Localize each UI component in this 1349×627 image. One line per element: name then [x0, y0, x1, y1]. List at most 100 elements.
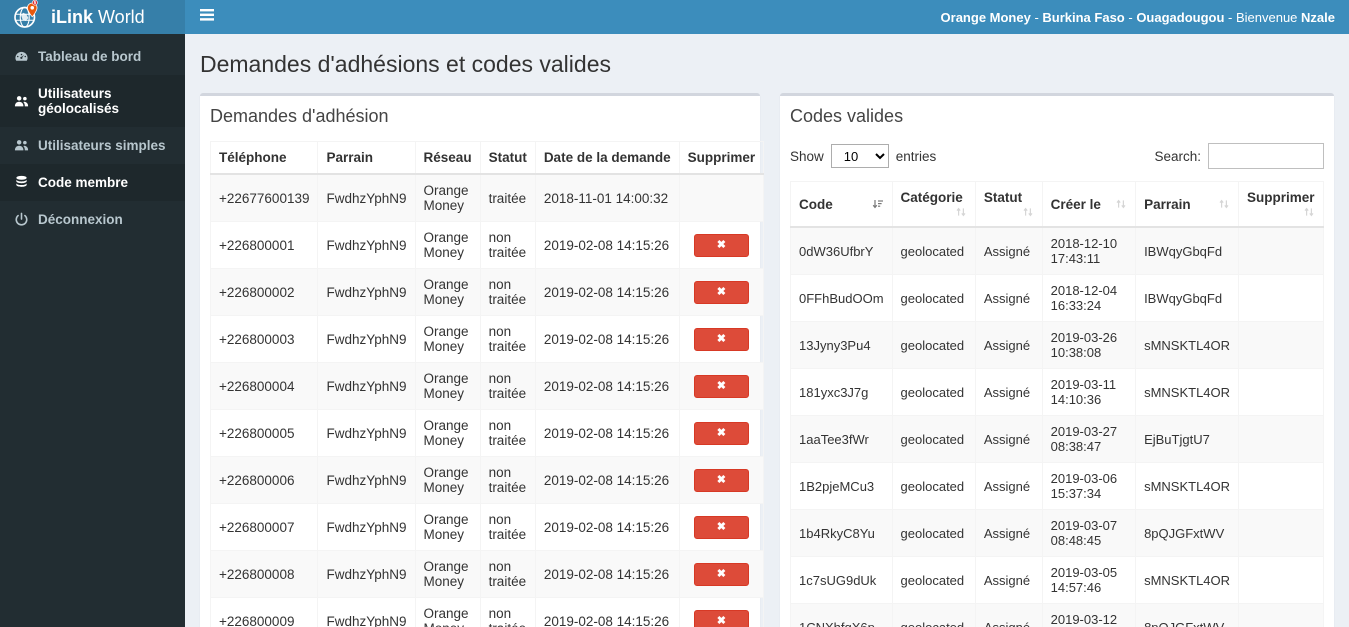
- codes-row: 0FFhBudOOm geolocated Assigné 2018-12-04 16…: [790, 274, 1324, 322]
- codes-cell-statut: Assigné: [974, 368, 1043, 416]
- demandes-cell-supprimer: ✖: [678, 550, 765, 598]
- demandes-cell-telephone: +226800005: [209, 409, 319, 457]
- codes-col-header-code[interactable]: Code: [790, 181, 893, 228]
- hamburger-icon: [200, 8, 214, 26]
- codes-cell-supprimer: [1238, 509, 1324, 557]
- entries-select[interactable]: 10: [830, 144, 889, 168]
- x-icon: ✖: [716, 238, 726, 251]
- users-geolocated-icon: [14, 94, 29, 109]
- codes-row: 1aaTee3fWr geolocated Assigné 2019-03-27 08…: [790, 415, 1324, 463]
- codes-row: 1CNXhfqX6pgeolocatedAssigné2019-03-12 10…: [790, 603, 1324, 627]
- demandes-cell-telephone: +22677600139: [209, 173, 319, 222]
- demandes-col-header: Téléphone: [209, 141, 319, 175]
- sort-both-icon: [955, 206, 967, 218]
- codes-cell-categorie: geolocated: [891, 415, 976, 463]
- demandes-row: +226800006 FwdhzYphN9 Orange Money non trai…: [209, 456, 765, 504]
- codes-col-header-cat-gorie[interactable]: Catégorie: [891, 181, 976, 228]
- top-navbar: Orange Money - Burkina Faso - Ouagadougo…: [185, 0, 1349, 34]
- sidebar-item-utilisateurs-g-olocalis-s[interactable]: Utilisateurs géolocalisés: [0, 75, 185, 127]
- codes-row: 181yxc3J7g geolocated Assigné 2019-03-11 14…: [790, 368, 1324, 416]
- entries-label: entries: [895, 148, 937, 164]
- delete-demande-button[interactable]: ✖: [693, 233, 749, 257]
- codes-cell-code: 181yxc3J7g: [790, 368, 893, 416]
- codes-cell-statut: Assigné: [974, 274, 1043, 322]
- demandes-cell-telephone: +226800009: [209, 597, 319, 627]
- demandes-cell-reseau: Orange Money: [414, 503, 481, 551]
- demandes-cell-parrain: FwdhzYphN9: [317, 456, 416, 504]
- demandes-cell-supprimer: ✖: [678, 268, 765, 316]
- demandes-cell-statut: non traitée: [479, 597, 536, 627]
- codes-cell-supprimer: [1238, 321, 1324, 369]
- database-icon: [14, 175, 29, 190]
- demandes-cell-date: 2019-02-08 14:15:26: [534, 503, 680, 551]
- codes-cell-categorie: geolocated: [891, 509, 976, 557]
- sidebar-item-code-membre[interactable]: Code membre: [0, 164, 185, 201]
- demandes-row: +226800008 FwdhzYphN9 Orange Money non trai…: [209, 550, 765, 598]
- demandes-cell-date: 2019-02-08 14:15:26: [534, 597, 680, 627]
- codes-cell-supprimer: [1238, 603, 1324, 627]
- sidebar-item-tableau-de-bord[interactable]: Tableau de bord: [0, 38, 185, 75]
- sidebar-item-label: Code membre: [38, 175, 129, 190]
- demandes-cell-supprimer: [678, 173, 765, 222]
- demandes-cell-supprimer: ✖: [678, 362, 765, 410]
- brand-logo[interactable]: $ iLink World: [0, 0, 185, 34]
- x-icon: ✖: [716, 426, 726, 439]
- codes-cell-categorie: geolocated: [891, 226, 976, 275]
- demandes-cell-statut: non traitée: [479, 315, 536, 363]
- codes-cell-parrain: sMNSKTL4OR: [1135, 462, 1240, 510]
- codes-col-label: Catégorie: [900, 190, 963, 205]
- svg-text:$: $: [33, 0, 36, 5]
- delete-demande-button[interactable]: ✖: [693, 515, 749, 539]
- search-label: Search:: [1154, 148, 1201, 164]
- codes-row: 1c7sUG9dUk geolocated Assigné 2019-03-05 14…: [790, 556, 1324, 604]
- codes-col-header-statut[interactable]: Statut: [974, 181, 1043, 228]
- delete-demande-button[interactable]: ✖: [693, 327, 749, 351]
- delete-demande-button[interactable]: ✖: [693, 280, 749, 304]
- codes-col-header-cr-er-le[interactable]: Créer le: [1041, 181, 1137, 228]
- demandes-cell-reseau: Orange Money: [414, 315, 481, 363]
- demandes-cell-reseau: Orange Money: [414, 362, 481, 410]
- navbar-user-info: Orange Money - Burkina Faso - Ouagadougo…: [940, 9, 1335, 25]
- sidebar-item-utilisateurs-simples[interactable]: Utilisateurs simples: [0, 127, 185, 164]
- x-icon: ✖: [716, 285, 726, 298]
- demandes-row: +226800001 FwdhzYphN9 Orange Money non trai…: [209, 221, 765, 269]
- codes-cell-statut: Assigné: [974, 462, 1043, 510]
- delete-demande-button[interactable]: ✖: [693, 374, 749, 398]
- demandes-cell-reseau: Orange Money: [414, 597, 481, 627]
- codes-col-header-parrain[interactable]: Parrain: [1135, 181, 1240, 228]
- x-icon: ✖: [716, 473, 726, 486]
- demandes-panel-title: Demandes d'adhésion: [210, 106, 389, 126]
- delete-demande-button[interactable]: ✖: [693, 562, 749, 586]
- codes-col-label: Supprimer: [1247, 190, 1315, 205]
- demandes-cell-parrain: FwdhzYphN9: [317, 173, 416, 222]
- delete-demande-button[interactable]: ✖: [693, 609, 749, 627]
- sidebar-toggle-button[interactable]: [185, 0, 229, 34]
- codes-cell-code: 1B2pjeMCu3: [790, 462, 893, 510]
- demandes-cell-statut: non traitée: [479, 268, 536, 316]
- codes-cell-code: 13Jyny3Pu4: [790, 321, 893, 369]
- sidebar-item-d-connexion[interactable]: Déconnexion: [0, 201, 185, 238]
- delete-demande-button[interactable]: ✖: [693, 421, 749, 445]
- codes-cell-supprimer: [1238, 556, 1324, 604]
- codes-cell-creer_le: 2018-12-10 17:43:11: [1041, 226, 1137, 275]
- search-input[interactable]: [1208, 143, 1324, 169]
- demandes-col-header: Date de la demande: [534, 141, 680, 175]
- demandes-row: +22677600139 FwdhzYphN9 Orange Money traité…: [209, 173, 765, 222]
- codes-cell-creer_le: 2019-03-06 15:37:34: [1041, 462, 1137, 510]
- demandes-cell-reseau: Orange Money: [414, 550, 481, 598]
- demandes-cell-parrain: FwdhzYphN9: [317, 409, 416, 457]
- codes-col-header-supprimer[interactable]: Supprimer: [1238, 181, 1324, 228]
- delete-demande-button[interactable]: ✖: [693, 468, 749, 492]
- demandes-row: +226800009FwdhzYphN9Orange Moneynon trai…: [209, 597, 765, 627]
- demandes-col-header: Supprimer: [678, 141, 765, 175]
- demandes-cell-reseau: Orange Money: [414, 456, 481, 504]
- demandes-cell-date: 2018-11-01 14:00:32: [534, 173, 680, 222]
- x-icon: ✖: [716, 520, 726, 533]
- codes-cell-statut: Assigné: [974, 603, 1043, 627]
- demandes-cell-supprimer: ✖: [678, 503, 765, 551]
- codes-cell-creer_le: 2018-12-04 16:33:24: [1041, 274, 1137, 322]
- demandes-table: Téléphone Parrain Réseau Statut Date de la d…: [209, 141, 765, 627]
- demandes-cell-statut: non traitée: [479, 503, 536, 551]
- demandes-cell-supprimer: ✖: [678, 597, 765, 627]
- demandes-cell-supprimer: ✖: [678, 409, 765, 457]
